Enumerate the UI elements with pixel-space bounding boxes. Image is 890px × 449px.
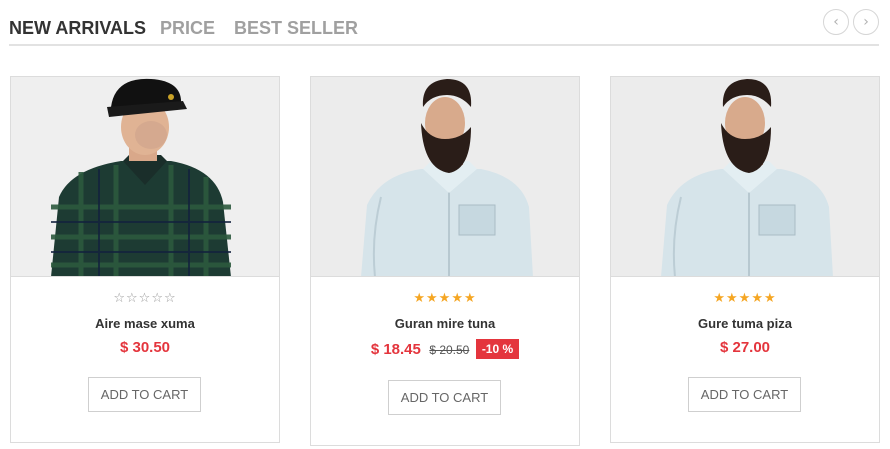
product-name[interactable]: Guran mire tuna [311,316,579,331]
product-price: $ 30.50 [119,339,171,356]
product-price: $ 18.45 [370,341,421,358]
product-price: $ 27.00 [719,339,771,356]
product-image[interactable] [11,77,279,277]
product-name[interactable]: Gure tuma piza [611,316,879,331]
star-empty-icon: ☆ [151,291,164,306]
star-filled-icon: ★ [451,291,464,306]
tab-new-arrivals[interactable]: NEW ARRIVALS [9,18,146,39]
tab-price[interactable]: PRICE [160,18,215,39]
star-filled-icon: ★ [726,291,739,306]
price-row: $ 27.00 [611,339,879,357]
product-card: ★★★★★ Gure tuma piza $ 27.00 ADD TO CART [610,76,880,443]
add-to-cart-button[interactable]: ADD TO CART [688,377,801,412]
product-image[interactable] [311,77,579,277]
carousel-next-button[interactable]: › [853,9,879,35]
discount-badge: -10 % [475,339,520,359]
star-empty-icon: ☆ [113,291,127,306]
star-filled-icon: ★ [763,291,777,306]
star-filled-icon: ★ [438,291,452,306]
carousel-prev-button[interactable]: ‹ [823,9,849,35]
chevron-left-icon: ‹ [833,14,839,30]
star-rating: ★★★★★ [611,291,879,307]
add-to-cart-button[interactable]: ADD TO CART [88,377,201,412]
product-name[interactable]: Aire mase xuma [11,316,279,331]
star-filled-icon: ★ [463,291,477,306]
add-to-cart-button[interactable]: ADD TO CART [388,380,501,415]
tab-best-seller[interactable]: BEST SELLER [234,18,358,39]
chevron-right-icon: › [863,14,869,30]
star-filled-icon: ★ [426,291,439,306]
price-row: $ 30.50 [11,339,279,357]
star-rating: ☆☆☆☆☆ [11,291,279,307]
product-tabs: NEW ARRIVALS PRICE BEST SELLER [9,8,879,46]
star-rating: ★★★★★ [311,291,579,307]
star-filled-icon: ★ [738,291,752,306]
star-filled-icon: ★ [713,291,727,306]
star-empty-icon: ☆ [126,291,139,306]
star-filled-icon: ★ [751,291,764,306]
product-card: ★★★★★ Guran mire tuna $ 18.45 $ 20.50 -1… [310,76,580,446]
star-empty-icon: ☆ [163,291,177,306]
old-price: $ 20.50 [429,343,470,357]
product-card: ☆☆☆☆☆ Aire mase xuma $ 30.50 ADD TO CART [10,76,280,443]
star-filled-icon: ★ [413,291,427,306]
star-empty-icon: ☆ [138,291,152,306]
price-row: $ 18.45 $ 20.50 -10 % [311,339,579,359]
product-image[interactable] [611,77,879,277]
